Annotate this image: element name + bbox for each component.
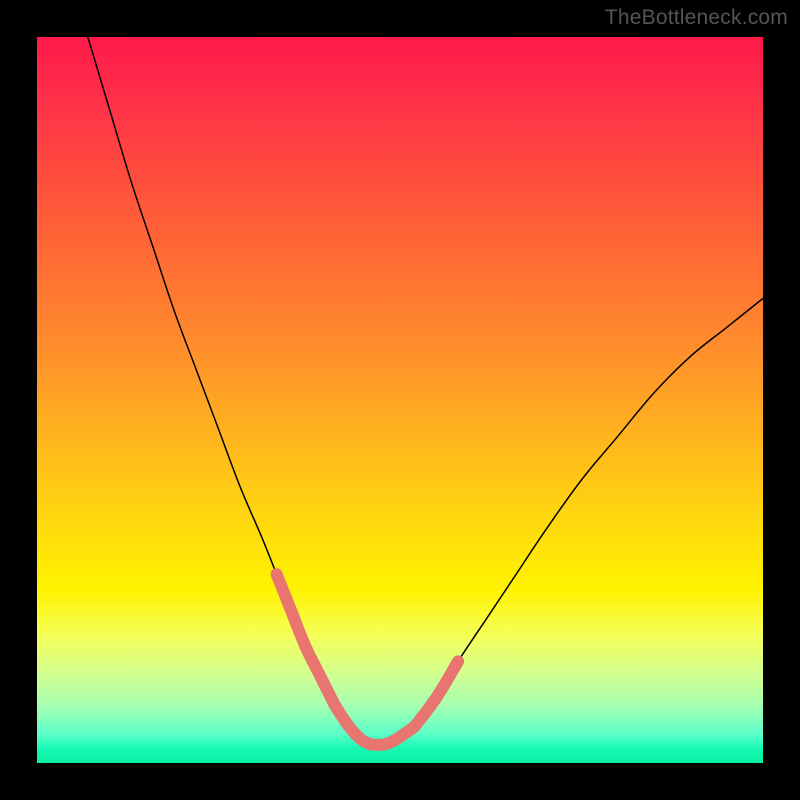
watermark-text: TheBottleneck.com: [605, 6, 788, 30]
bottleneck-curve: [88, 37, 763, 745]
chart-stage: TheBottleneck.com: [0, 0, 800, 800]
plot-area: [37, 37, 763, 763]
highlight-right: [415, 661, 459, 726]
highlight-bottom: [335, 705, 415, 745]
plot-svg: [37, 37, 763, 763]
highlight-left: [277, 574, 335, 705]
